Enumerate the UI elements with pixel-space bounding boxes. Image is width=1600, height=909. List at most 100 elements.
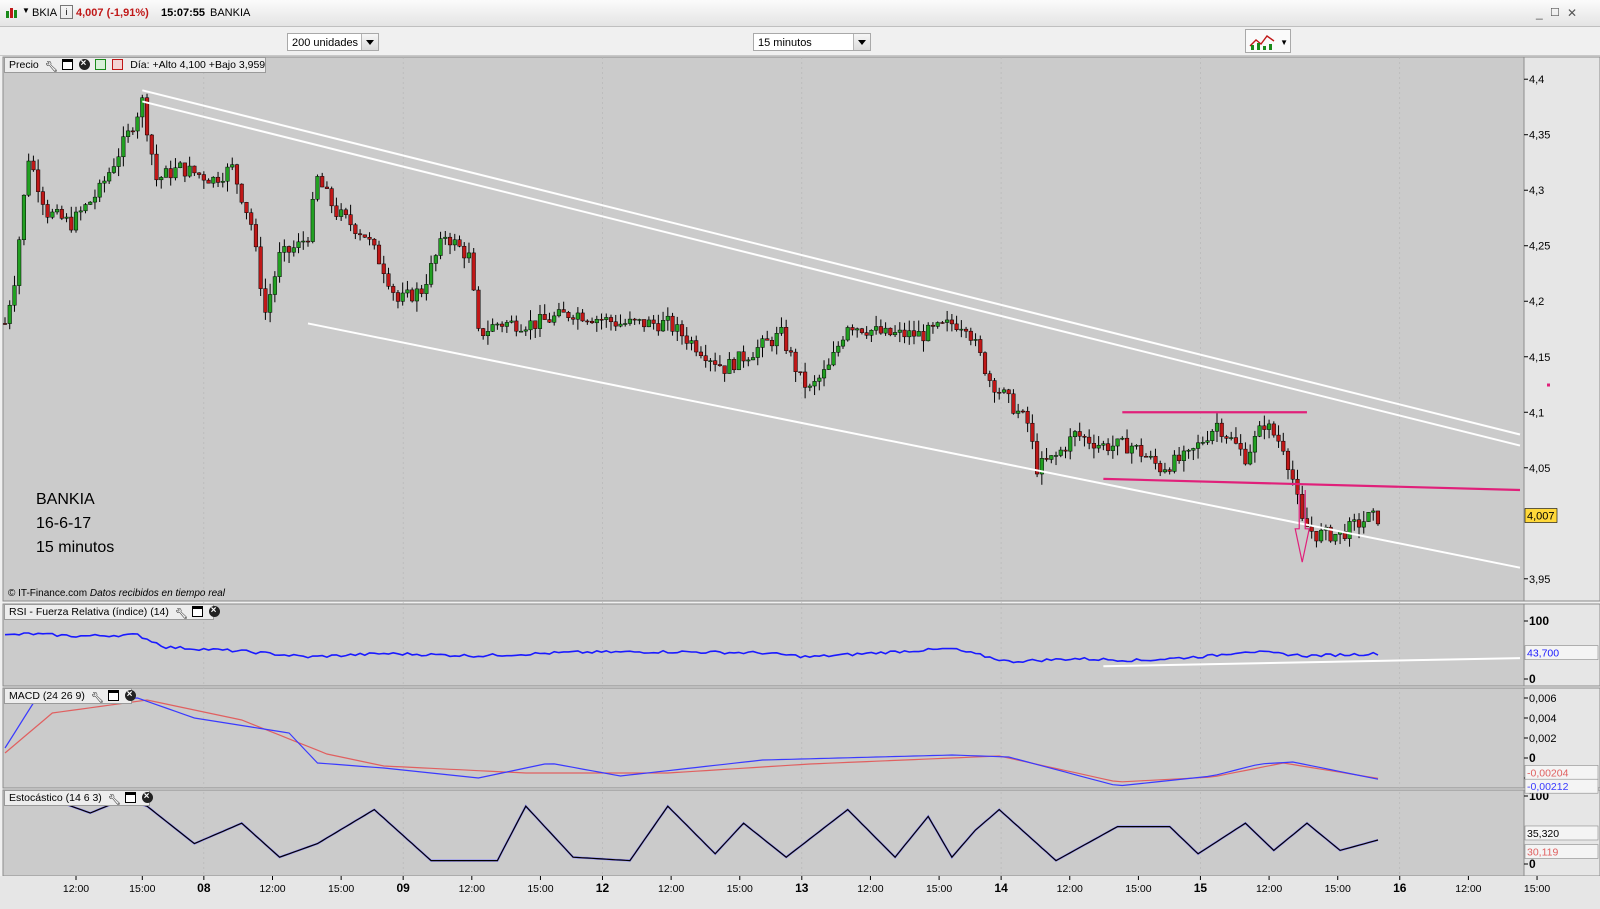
candle-bull: [812, 381, 817, 387]
time-label: 12:00: [63, 883, 89, 895]
candle-bull: [869, 329, 874, 336]
candle-bull: [504, 322, 509, 327]
close-icon[interactable]: [208, 603, 220, 618]
candle-bear: [320, 176, 325, 188]
wrench-icon[interactable]: 🔧︎: [108, 793, 121, 806]
candle-bear: [1153, 455, 1158, 464]
window-icon[interactable]: [107, 690, 119, 701]
candle-bull: [708, 360, 713, 362]
day-range-info: Día: +Alto 4,100 +Bajo 3,959: [130, 59, 266, 71]
price-tick-label: 4,2: [1529, 296, 1544, 308]
candle-bull: [727, 359, 732, 374]
candle-bear: [500, 323, 505, 327]
candle-bull: [556, 309, 561, 317]
candle-bear: [59, 209, 64, 219]
window-icon[interactable]: [61, 59, 73, 70]
annotation-date: 16-6-17: [36, 515, 92, 532]
candle-bull: [1267, 423, 1272, 430]
candle-bull: [779, 327, 784, 334]
candle-bear: [1290, 469, 1295, 480]
candle-bull: [1181, 450, 1186, 462]
candle-bear: [2, 323, 8, 325]
candle-bull: [1049, 455, 1054, 460]
candle-bear: [1177, 454, 1182, 462]
candle-bull: [1229, 437, 1234, 439]
macd-tick-label: 0: [1529, 751, 1536, 765]
candle-bull: [452, 239, 457, 246]
candle-bear: [69, 216, 74, 231]
candle-bear: [921, 331, 926, 342]
candle-bear: [722, 365, 727, 374]
candle-bull: [552, 315, 557, 323]
close-icon[interactable]: [78, 56, 90, 71]
candle-bull: [1252, 436, 1257, 453]
credit-note: Datos recibidos en tiempo real: [89, 588, 225, 599]
candle-bull: [466, 252, 472, 259]
candle-bull: [230, 164, 235, 168]
candle-bear: [632, 318, 637, 321]
candle-bull: [414, 288, 419, 302]
candle-bear: [1143, 455, 1149, 458]
wrench-icon[interactable]: 🔧︎: [45, 60, 58, 73]
price-tick-label: 4,1: [1529, 407, 1544, 419]
candle-bear: [642, 319, 647, 328]
close-icon[interactable]: [141, 789, 153, 804]
wrench-icon[interactable]: 🔧︎: [175, 607, 188, 620]
candle-bull: [159, 177, 164, 181]
candle-bull: [973, 339, 978, 341]
stoch-tick-label: 0: [1529, 857, 1536, 871]
candle-bull: [88, 201, 93, 205]
candle-bear: [1314, 531, 1319, 542]
candle-bull: [755, 347, 760, 358]
candle-bull: [528, 320, 533, 331]
candle-bear: [1271, 423, 1276, 436]
candle-bear: [864, 332, 869, 336]
time-label: 15:00: [1125, 883, 1151, 895]
time-label: 12:00: [259, 883, 285, 895]
candle-bear: [206, 179, 211, 184]
window-icon[interactable]: [124, 792, 136, 803]
candle-bull: [111, 166, 116, 173]
candle-bull: [1096, 444, 1101, 449]
candle-bull: [1148, 455, 1153, 458]
candle-bear: [391, 286, 396, 293]
candle-bull: [424, 284, 429, 294]
candle-bear: [1030, 422, 1035, 442]
chart-area[interactable]: 4,4 4,35 4,3 4,25 4,2 4,15 4,1 4,05 4,007 3,95 100…: [0, 0, 1600, 909]
candle-bear: [1238, 443, 1243, 450]
candle-bull: [107, 172, 112, 182]
candle-bull: [646, 319, 651, 328]
export-icon[interactable]: [95, 59, 107, 70]
candle-bull: [443, 236, 448, 239]
candle-bull: [211, 176, 216, 184]
exit-icon[interactable]: [112, 59, 124, 70]
candle-bull: [736, 351, 741, 371]
candle-bull: [1333, 533, 1338, 542]
candle-bull: [1191, 448, 1196, 451]
candle-bear: [239, 183, 244, 203]
data-credit: © IT-Finance.com Datos recibidos en tiem…: [8, 588, 225, 599]
session-label: 08: [197, 881, 211, 895]
candle-bull: [1115, 438, 1120, 447]
candle-bear: [717, 364, 722, 367]
candle-bear: [1124, 437, 1130, 454]
candle-bear: [580, 312, 585, 322]
annotation-symbol: BANKIA: [36, 491, 95, 508]
candle-bull: [774, 333, 779, 347]
candle-bear: [253, 224, 258, 248]
candle-bull: [26, 160, 31, 196]
candle-bull: [1110, 445, 1115, 451]
candle-bull: [807, 385, 812, 388]
window-icon[interactable]: [191, 606, 203, 617]
candle-bear: [287, 246, 292, 253]
candle-bull: [1186, 449, 1191, 452]
close-icon[interactable]: [124, 687, 136, 702]
candle-bull: [187, 165, 192, 177]
candle-bear: [358, 233, 363, 236]
candle-bull: [874, 326, 879, 331]
rsi-value-label: 43,700: [1527, 648, 1559, 660]
candle-bull: [661, 320, 666, 332]
candle-bull: [523, 329, 528, 332]
wrench-icon[interactable]: 🔧︎: [91, 691, 104, 704]
candle-bear: [987, 373, 992, 381]
